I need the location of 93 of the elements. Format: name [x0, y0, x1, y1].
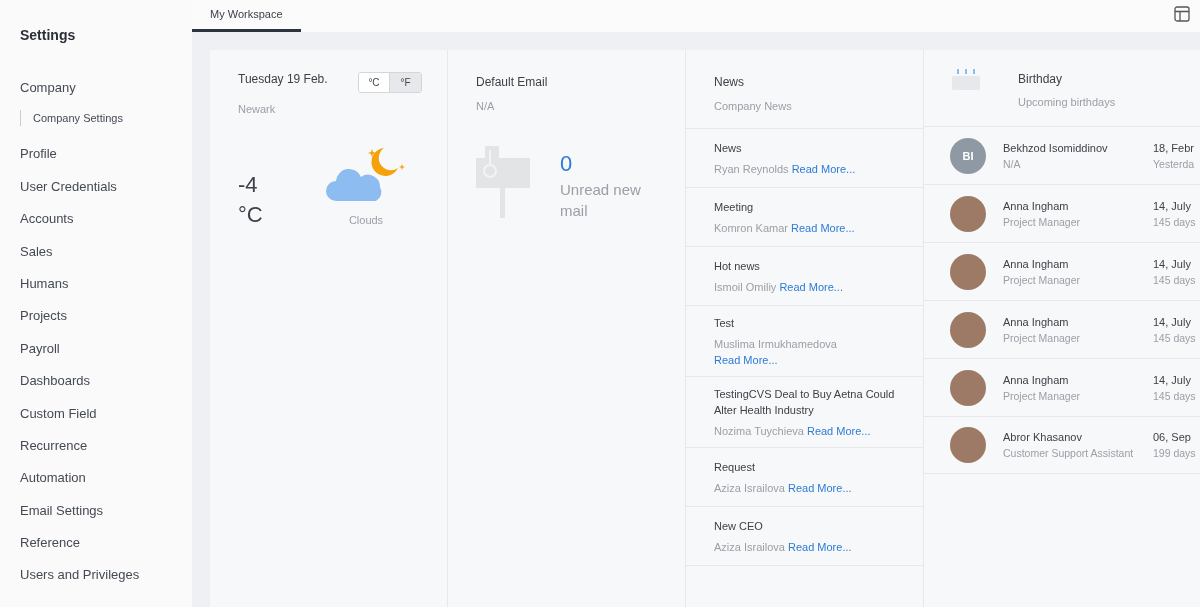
news-title: Meeting — [714, 200, 755, 215]
news-item[interactable]: Test Muslima Irmukhamedova Read More... — [686, 305, 923, 376]
avatar-photo — [950, 253, 986, 290]
person-name: Bekhzod Isomiddinov — [1003, 140, 1108, 156]
sidebar-item[interactable]: Users and Privileges — [20, 567, 140, 600]
card-title: Default Email — [476, 75, 548, 89]
sidebar-item[interactable]: Company — [20, 80, 76, 113]
birthday-countdown: 145 days — [1153, 388, 1196, 404]
sidebar-item[interactable]: Projects — [20, 308, 67, 341]
avatar-photo — [950, 427, 986, 463]
birthday-countdown: 145 days — [1153, 330, 1196, 346]
news-author: Muslima Irmukhamedova Read More... — [714, 337, 838, 368]
read-more-link[interactable]: Read More... — [714, 354, 778, 366]
news-item[interactable]: Meeting Komron Kamar Read More... — [686, 187, 923, 246]
read-more-link[interactable]: Read More... — [788, 541, 852, 553]
birthday-date: 14, July — [1153, 198, 1191, 214]
birthday-countdown: Yesterda — [1153, 156, 1195, 172]
layout-icon[interactable] — [1174, 6, 1190, 22]
news-item[interactable]: Hot news Ismoil Omiliy Read More... — [686, 246, 923, 305]
unread-count: 0 — [560, 151, 573, 177]
person-name: Anna Ingham — [1003, 198, 1069, 214]
card-title: News — [714, 75, 744, 89]
person-name: Anna Ingham — [1003, 256, 1069, 272]
sidebar-item[interactable]: Automation — [20, 470, 86, 503]
person-role: Project Manager — [1003, 214, 1081, 230]
sidebar-item[interactable]: Payroll — [20, 340, 60, 374]
news-author: Nozima Tuychieva Read More... — [714, 424, 872, 439]
read-more-link[interactable]: Read More... — [806, 425, 871, 437]
news-author: Aziza Israilova Read More... — [714, 540, 853, 555]
news-item[interactable]: New CEO Aziza Israilova Read More... — [686, 506, 923, 566]
person-role: N/A — [1003, 156, 1021, 172]
person-role: Project Manager — [1003, 330, 1081, 346]
avatar-photo — [950, 369, 986, 406]
card-subtitle: Upcoming birthdays — [1018, 96, 1116, 108]
birthday-countdown: 145 days — [1153, 214, 1196, 230]
unread-label: Unread new mail — [560, 180, 642, 221]
birthday-date: 14, July — [1153, 256, 1191, 272]
person-role: Project Manager — [1003, 388, 1081, 404]
sidebar-item[interactable]: Accounts — [20, 211, 74, 244]
news-item[interactable]: Request Aziza Israilova Read More... — [686, 447, 923, 506]
sidebar-item[interactable]: Email Settings — [20, 502, 104, 536]
birthday-date: 18, Febr — [1153, 140, 1194, 156]
person-name: Anna Ingham — [1003, 314, 1069, 330]
news-author: Ryan Reynolds Read More... — [714, 162, 857, 177]
person-name: Abror Khasanov — [1003, 430, 1082, 445]
news-author: Komron Kamar Read More... — [714, 221, 856, 236]
weather-condition: Clouds — [348, 214, 384, 226]
news-title: Test — [714, 316, 736, 331]
person-role: Project Manager — [1003, 272, 1081, 288]
sidebar-item[interactable]: User Credentials — [20, 178, 117, 212]
unit-toggle[interactable]: °F — [390, 73, 421, 92]
person-role: Customer Support Assistant — [1003, 446, 1134, 461]
weather-date: Tuesday 19 Feb. — [238, 72, 328, 86]
news-title: New CEO — [714, 519, 764, 534]
news-title: News — [714, 141, 743, 156]
news-author: Aziza Israilova Read More... — [714, 481, 853, 496]
workspace-tab[interactable]: My Workspace — [192, 0, 301, 32]
initials-avatar: BI — [950, 137, 986, 174]
birthday-date: 06, Sep — [1153, 430, 1191, 445]
read-more-link[interactable]: Read More... — [791, 222, 855, 234]
read-more-link[interactable]: Read More... — [788, 482, 852, 494]
birthday-date: 14, July — [1153, 372, 1191, 388]
sidebar-item[interactable]: Dashboards — [20, 373, 91, 406]
news-author: Ismoil Omiliy Read More... — [714, 280, 844, 295]
card-title: Birthday — [1018, 72, 1064, 86]
read-more-link[interactable]: Read More... — [779, 281, 843, 293]
birthday-date: 14, July — [1153, 314, 1191, 330]
birthday-countdown: 199 days — [1153, 446, 1196, 461]
birthday-countdown: 145 days — [1153, 272, 1196, 288]
sidebar-item[interactable]: Humans — [20, 275, 69, 309]
temperature-unit: °C — [238, 202, 263, 228]
news-title: Hot news — [714, 259, 761, 274]
card-subtitle: Company News — [714, 100, 792, 112]
sidebar-item[interactable]: Recurrence — [20, 437, 88, 471]
sidebar-subitem[interactable]: Company Settings — [20, 110, 123, 127]
temperature-value: -4 — [238, 172, 258, 198]
sidebar-item[interactable]: Sales — [20, 243, 53, 276]
news-title: Request — [714, 460, 756, 475]
card-subtitle: N/A — [476, 100, 495, 112]
unit-toggle[interactable]: °C — [359, 73, 390, 92]
cake-icon — [952, 66, 980, 90]
sidebar-item[interactable]: Profile — [20, 146, 57, 179]
sidebar-item[interactable]: Reference — [20, 535, 80, 568]
news-item[interactable]: News Ryan Reynolds Read More... — [686, 128, 923, 187]
avatar-photo — [950, 195, 986, 232]
person-name: Anna Ingham — [1003, 372, 1069, 388]
avatar-photo — [950, 311, 986, 348]
weather-city: Newark — [238, 103, 276, 115]
sidebar-title: Settings — [20, 27, 76, 43]
news-title: TestingCVS Deal to Buy Aetna Could Alter Health Industry — [714, 387, 895, 418]
read-more-link[interactable]: Read More... — [791, 163, 856, 175]
news-item[interactable]: TestingCVS Deal to Buy Aetna Could Alter Health Industry Nozima Tuychieva Read More... — [686, 376, 923, 447]
sidebar-item[interactable]: Custom Field — [20, 405, 97, 438]
